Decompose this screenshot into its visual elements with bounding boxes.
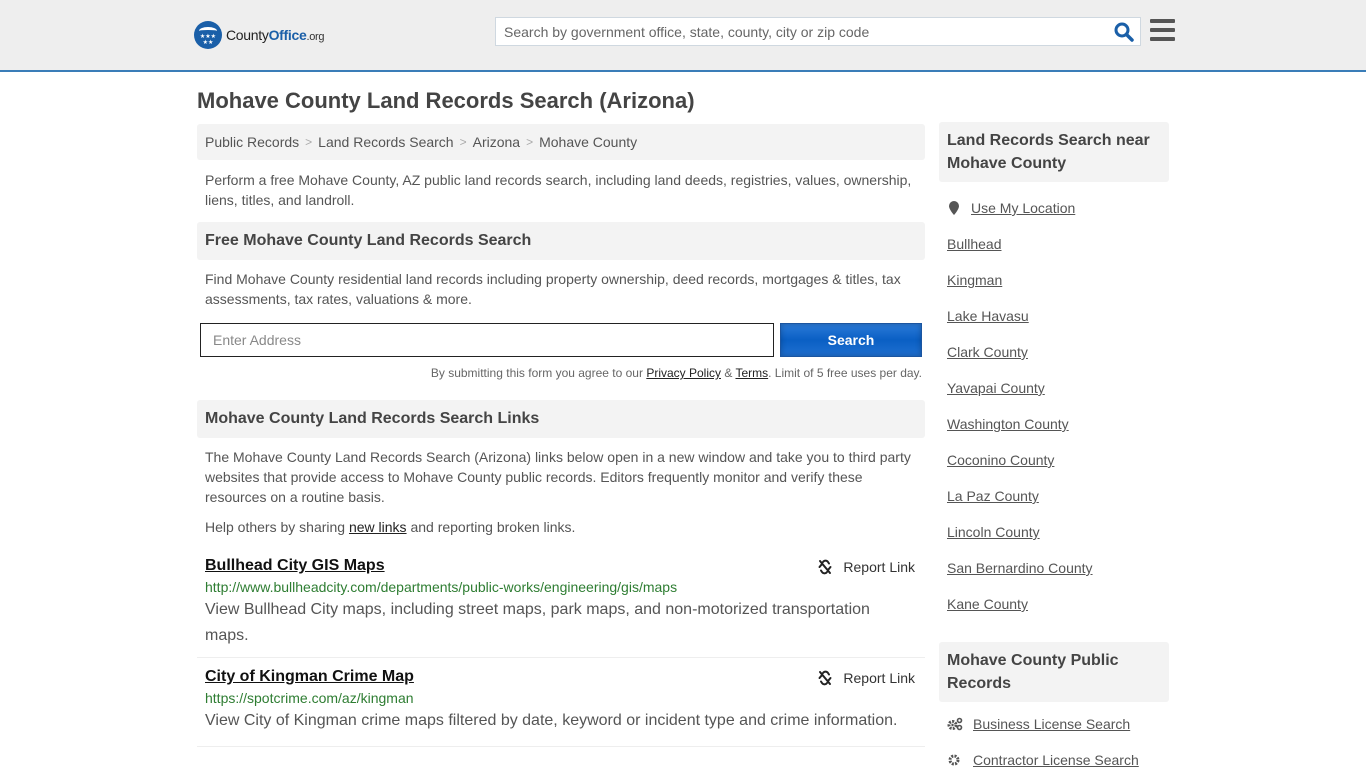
global-search <box>495 17 1141 46</box>
breadcrumb-public-records[interactable]: Public Records <box>205 134 299 150</box>
breadcrumb-separator: > <box>305 135 313 149</box>
address-search-form: Search <box>197 323 925 357</box>
contractor-license-link[interactable]: Contractor License Search <box>947 742 1161 778</box>
resource-link-item: Bullhead City GIS Maps Report Link http:… <box>197 557 925 658</box>
broken-link-icon <box>818 670 832 686</box>
privacy-policy-link[interactable]: Privacy Policy <box>646 366 721 380</box>
nearby-list: Use My Location Bullhead Kingman Lake Ha… <box>939 190 1169 622</box>
eagle-badge-icon: ★★★ ★★ <box>194 21 222 49</box>
free-search-heading: Free Mohave County Land Records Search <box>197 222 925 260</box>
main-content: Public Records > Land Records Search > A… <box>197 124 925 747</box>
public-records-list: Business License Search Contractor Licen… <box>939 706 1169 778</box>
intro-text: Perform a free Mohave County, AZ public … <box>205 172 912 208</box>
sidebar: Land Records Search near Mohave County U… <box>939 122 1169 778</box>
nearby-link-coconino-county[interactable]: Coconino County <box>947 442 1161 478</box>
nearby-link-kane-county[interactable]: Kane County <box>947 586 1161 622</box>
hamburger-menu-icon[interactable] <box>1150 19 1175 41</box>
nearby-link-la-paz-county[interactable]: La Paz County <box>947 478 1161 514</box>
gears-icon <box>947 717 963 731</box>
resource-link-url: http://www.bullheadcity.com/departments/… <box>205 579 678 595</box>
links-section-heading: Mohave County Land Records Search Links <box>197 400 925 438</box>
gear-icon <box>948 754 960 766</box>
breadcrumb-separator: > <box>459 135 467 149</box>
address-search-button[interactable]: Search <box>780 323 922 357</box>
nearby-link-kingman[interactable]: Kingman <box>947 262 1161 298</box>
address-input[interactable] <box>200 323 774 357</box>
resource-link-description: View Bullhead City maps, including stree… <box>205 601 870 644</box>
resource-link-title[interactable]: City of Kingman Crime Map <box>205 668 414 686</box>
breadcrumb-current: Mohave County <box>539 134 638 150</box>
map-marker-icon <box>949 201 959 215</box>
nearby-link-washington-county[interactable]: Washington County <box>947 406 1161 442</box>
resource-link-description: View City of Kingman crime maps filtered… <box>205 712 898 729</box>
resource-link-url: https://spotcrime.com/az/kingman <box>205 690 414 706</box>
resource-link-title[interactable]: Bullhead City GIS Maps <box>205 557 385 575</box>
terms-link[interactable]: Terms <box>735 366 768 380</box>
public-records-heading: Mohave County Public Records <box>939 642 1169 702</box>
breadcrumb: Public Records > Land Records Search > A… <box>197 124 925 160</box>
help-text: Help others by sharing new links and rep… <box>205 519 576 535</box>
breadcrumb-land-records[interactable]: Land Records Search <box>318 134 453 150</box>
nearby-link-clark-county[interactable]: Clark County <box>947 334 1161 370</box>
nearby-heading: Land Records Search near Mohave County <box>939 122 1169 182</box>
top-header: ★★★ ★★ CountyOffice.org <box>0 0 1366 72</box>
report-link-button[interactable]: Report Link <box>817 559 915 575</box>
site-logo[interactable]: ★★★ ★★ CountyOffice.org <box>194 21 325 49</box>
breadcrumb-separator: > <box>526 135 534 149</box>
breadcrumb-arizona[interactable]: Arizona <box>473 134 520 150</box>
nearby-link-bullhead[interactable]: Bullhead <box>947 226 1161 262</box>
nearby-link-san-bernardino-county[interactable]: San Bernardino County <box>947 550 1161 586</box>
nearby-link-lincoln-county[interactable]: Lincoln County <box>947 514 1161 550</box>
business-license-link[interactable]: Business License Search <box>947 706 1161 742</box>
page-title: Mohave County Land Records Search (Arizo… <box>197 88 695 113</box>
free-search-description: Find Mohave County residential land reco… <box>205 271 901 307</box>
use-my-location-link[interactable]: Use My Location <box>947 190 1161 226</box>
nearby-link-yavapai-county[interactable]: Yavapai County <box>947 370 1161 406</box>
search-icon[interactable] <box>1114 22 1134 42</box>
terms-notice: By submitting this form you agree to our… <box>430 366 922 380</box>
global-search-input[interactable] <box>496 18 1096 45</box>
logo-wordmark: CountyOffice.org <box>226 27 325 43</box>
resource-link-item: City of Kingman Crime Map Report Link ht… <box>197 668 925 747</box>
broken-link-icon <box>818 559 832 575</box>
links-section-description: The Mohave County Land Records Search (A… <box>205 449 911 505</box>
report-link-button[interactable]: Report Link <box>817 670 915 686</box>
new-links-link[interactable]: new links <box>349 519 407 535</box>
nearby-link-lake-havasu[interactable]: Lake Havasu <box>947 298 1161 334</box>
